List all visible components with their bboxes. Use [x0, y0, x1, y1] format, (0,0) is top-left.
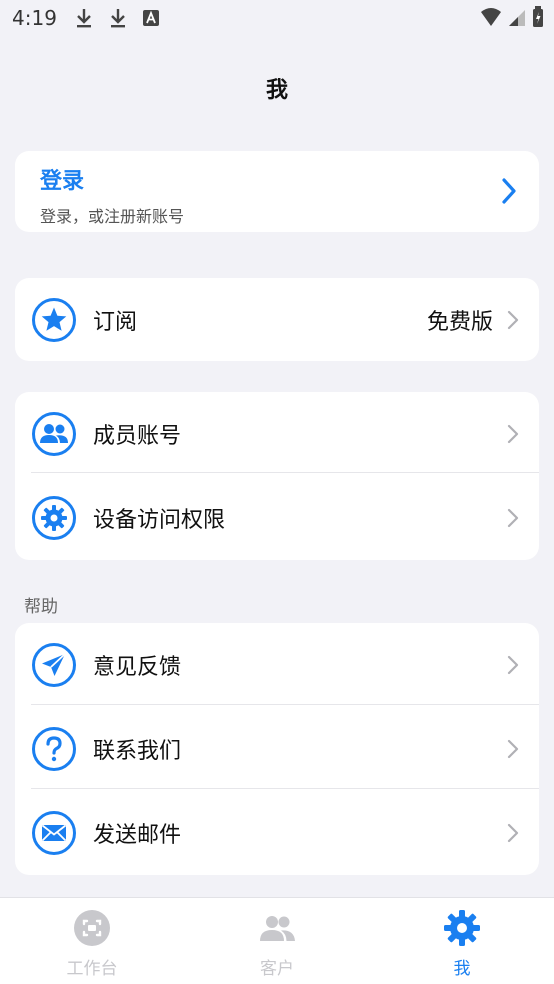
chevron-right-icon	[502, 178, 516, 204]
download-icon	[76, 9, 91, 28]
tab-me[interactable]: 我	[392, 910, 532, 979]
chevron-right-icon	[507, 310, 519, 329]
wifi-icon	[481, 8, 501, 26]
help-card: 意见反馈 联系我们 发送邮件	[15, 623, 539, 875]
page-title: 我	[265, 78, 288, 103]
subscription-card: 订阅 免费版	[15, 278, 539, 361]
gear-icon	[32, 496, 76, 540]
list-item-contact[interactable]: 联系我们	[15, 707, 539, 791]
login-subtitle: 登录，或注册新账号	[40, 207, 185, 226]
list-item-label: 发送邮件	[93, 823, 182, 848]
chevron-right-icon	[507, 739, 519, 759]
paper-plane-icon	[32, 643, 76, 687]
list-item-label: 意见反馈	[93, 655, 182, 680]
tab-customers[interactable]: 客户	[207, 910, 347, 979]
status-notification-icons	[75, 7, 159, 29]
list-item-members[interactable]: 成员账号	[15, 392, 539, 476]
status-bar: 4:19	[0, 0, 554, 36]
signal-icon	[509, 10, 525, 26]
divider	[31, 704, 539, 705]
bottom-tab-bar: 工作台 客户 我	[0, 897, 554, 984]
login-card[interactable]: 登录 登录，或注册新账号	[15, 151, 539, 232]
battery-icon	[533, 6, 543, 27]
chevron-right-icon	[507, 655, 519, 675]
list-item-device-access[interactable]: 设备访问权限	[15, 476, 539, 560]
list-item-label: 联系我们	[93, 739, 182, 764]
scan-icon	[74, 910, 110, 946]
divider	[31, 472, 539, 473]
subscription-label: 订阅	[93, 309, 138, 335]
subscription-value: 免费版	[426, 309, 493, 335]
account-card: 成员账号 设备访问权限	[15, 392, 539, 560]
tab-label: 客户	[260, 959, 294, 979]
tab-workbench[interactable]: 工作台	[22, 910, 162, 979]
login-title: 登录	[40, 169, 85, 194]
list-item-label: 成员账号	[93, 424, 182, 449]
download-icon	[110, 9, 125, 28]
chevron-right-icon	[507, 823, 519, 843]
tab-label: 工作台	[66, 959, 118, 979]
chevron-right-icon	[507, 508, 519, 528]
tab-label: 我	[453, 959, 471, 979]
mail-icon	[32, 811, 76, 855]
subscription-row[interactable]: 订阅 免费版	[15, 278, 539, 361]
chevron-right-icon	[507, 424, 519, 444]
divider	[31, 788, 539, 789]
text-notification-icon	[142, 10, 159, 26]
gear-icon	[444, 910, 480, 946]
list-item-label: 设备访问权限	[93, 508, 226, 533]
question-icon	[32, 727, 76, 771]
members-icon	[32, 412, 76, 456]
people-icon	[260, 916, 295, 941]
list-item-send-email[interactable]: 发送邮件	[15, 791, 539, 875]
list-item-feedback[interactable]: 意见反馈	[15, 623, 539, 707]
section-label-help: 帮助	[24, 597, 58, 617]
status-system-icons	[480, 6, 544, 28]
status-time: 4:19	[12, 6, 57, 30]
star-icon	[32, 297, 76, 342]
